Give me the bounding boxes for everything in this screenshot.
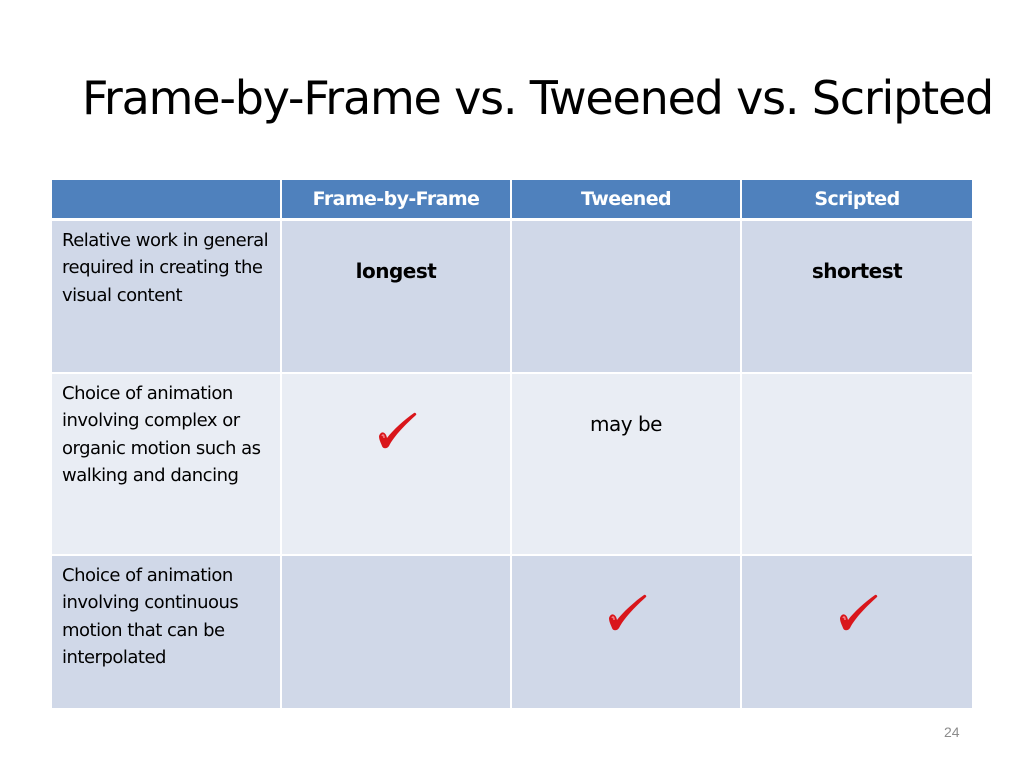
cell-frame-by-frame: longest xyxy=(282,221,512,374)
cell-scripted: shortest xyxy=(742,221,972,374)
table-row: Choice of animation involving continuous… xyxy=(52,556,972,708)
table-row: Relative work in general required in cre… xyxy=(52,221,972,374)
cell-tweened: may be xyxy=(512,374,742,556)
cell-frame-by-frame xyxy=(282,374,512,556)
cell-tweened xyxy=(512,221,742,374)
checkmark-icon xyxy=(609,594,647,631)
page-number: 24 xyxy=(944,724,960,740)
table-header-row: Frame-by-Frame Tweened Scripted xyxy=(52,180,972,221)
cell-scripted xyxy=(742,374,972,556)
checkmark-icon xyxy=(379,412,417,449)
header-cell-tweened: Tweened xyxy=(512,180,742,221)
cell-tweened xyxy=(512,556,742,708)
header-cell-frame-by-frame: Frame-by-Frame xyxy=(282,180,512,221)
header-cell-empty xyxy=(52,180,282,221)
comparison-table: Frame-by-Frame Tweened Scripted Relative… xyxy=(52,180,972,708)
table-row: Choice of animation involving complex or… xyxy=(52,374,972,556)
row-label: Choice of animation involving continuous… xyxy=(52,556,282,708)
slide-title: Frame-by-Frame vs. Tweened vs. Scripted xyxy=(82,71,994,125)
row-label: Choice of animation involving complex or… xyxy=(52,374,282,556)
cell-scripted xyxy=(742,556,972,708)
header-cell-scripted: Scripted xyxy=(742,180,972,221)
row-label: Relative work in general required in cre… xyxy=(52,221,282,374)
checkmark-icon xyxy=(840,594,878,631)
cell-frame-by-frame xyxy=(282,556,512,708)
